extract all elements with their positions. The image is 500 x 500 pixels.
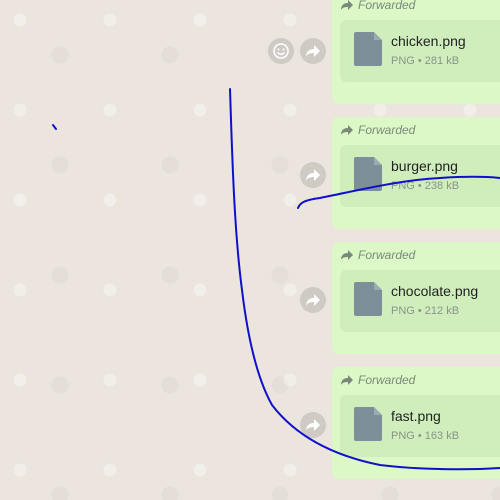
- freehand-annotation: [52, 88, 500, 471]
- annotation-stroke: [52, 124, 57, 130]
- annotation-stroke: [297, 175, 500, 209]
- annotation-stroke: [229, 88, 500, 471]
